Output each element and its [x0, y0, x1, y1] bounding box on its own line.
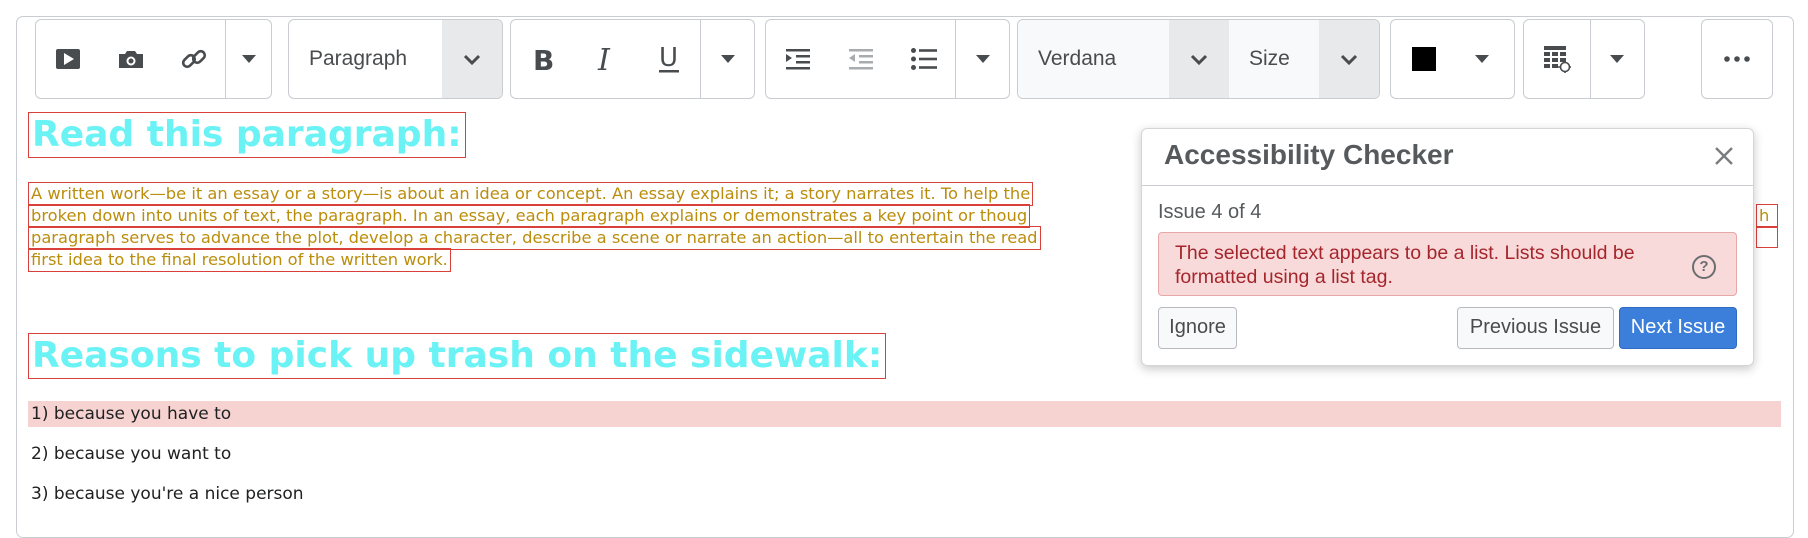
paragraph-line-overflow: h — [1756, 204, 1778, 228]
text-color-dropdown[interactable] — [1457, 20, 1507, 98]
bullet-list-icon — [910, 48, 937, 70]
chevron-down-icon — [720, 55, 735, 63]
paragraph-line: first idea to the final resolution of th… — [28, 248, 451, 272]
insert-image-icon — [118, 51, 143, 68]
chevron-down-icon — [1340, 54, 1358, 65]
italic-button[interactable]: I — [574, 20, 637, 98]
block-format-value: Paragraph — [309, 47, 408, 70]
issue-counter: Issue 4 of 4 — [1158, 201, 1262, 223]
font-family-value[interactable]: Verdana — [1018, 20, 1169, 98]
bullet-list-button[interactable] — [892, 20, 955, 98]
issue-message: The selected text appears to be a list. … — [1175, 242, 1635, 288]
font-group: Verdana Size — [1017, 19, 1380, 99]
heading-reasons[interactable]: Reasons to pick up trash on the sidewalk… — [28, 333, 887, 379]
insert-link-icon — [181, 49, 206, 69]
italic-icon: I — [597, 45, 611, 73]
chevron-down-icon — [1475, 55, 1489, 63]
accessibility-checker-dialog: Accessibility Checker Issue 4 of 4 The s… — [1141, 128, 1754, 366]
list-item[interactable]: 2) because you want to — [28, 441, 1781, 467]
list-indent-group — [765, 19, 1010, 99]
svg-text:I: I — [597, 45, 611, 73]
close-button[interactable] — [1709, 141, 1739, 171]
text-style-group: B I U — [510, 19, 755, 99]
insert-video-button[interactable] — [36, 20, 99, 98]
paragraph-line: paragraph serves to advance the plot, de… — [28, 226, 1041, 250]
outdent-icon — [848, 49, 873, 70]
more-actions-button[interactable] — [1701, 19, 1773, 99]
insert-image-button[interactable] — [99, 20, 162, 98]
more-button[interactable] — [1702, 20, 1772, 98]
list-more-button[interactable] — [955, 20, 1009, 98]
chevron-down-icon — [1610, 55, 1624, 63]
insert-table-button[interactable] — [1524, 20, 1590, 98]
issue-alert: The selected text appears to be a list. … — [1158, 232, 1737, 296]
chevron-down-icon — [1190, 54, 1208, 65]
next-issue-button[interactable]: Next Issue — [1619, 307, 1737, 349]
list-item-highlighted[interactable]: 1) because you have to — [28, 401, 1781, 427]
color-swatch-icon — [1412, 47, 1436, 71]
font-size-value[interactable]: Size — [1229, 20, 1319, 98]
dialog-title: Accessibility Checker — [1164, 139, 1454, 170]
table-group — [1523, 19, 1645, 99]
insert-link-button[interactable] — [162, 20, 225, 98]
font-family-dropdown[interactable] — [1169, 20, 1229, 98]
dialog-divider — [1142, 185, 1753, 186]
table-more-button[interactable] — [1590, 20, 1643, 98]
svg-text:U: U — [659, 44, 678, 73]
insert-table-icon — [1544, 46, 1571, 73]
insert-group — [35, 19, 272, 99]
help-icon[interactable]: ? — [1692, 255, 1716, 279]
text-style-more-button[interactable] — [700, 20, 754, 98]
close-icon — [1715, 147, 1733, 165]
paragraph-line: A written work—be it an essay or a story… — [28, 182, 1034, 206]
previous-issue-button[interactable]: Previous Issue — [1457, 307, 1614, 349]
insert-video-icon — [55, 49, 80, 69]
block-format-dropdown[interactable] — [442, 20, 502, 98]
underline-icon: U — [658, 44, 679, 73]
insert-more-button[interactable] — [225, 20, 271, 98]
ignore-button[interactable]: Ignore — [1158, 307, 1237, 349]
svg-text:B: B — [533, 45, 554, 73]
chevron-down-icon — [241, 55, 256, 63]
heading-read-paragraph[interactable]: Read this paragraph: — [28, 112, 466, 158]
list-item[interactable]: 3) because you're a nice person — [28, 481, 1781, 507]
font-size-dropdown[interactable] — [1319, 20, 1379, 98]
text-color-swatch[interactable] — [1391, 20, 1457, 98]
block-format-select[interactable]: Paragraph — [288, 19, 503, 99]
chevron-down-icon — [975, 55, 990, 63]
underline-button[interactable]: U — [637, 20, 700, 98]
more-icon — [1724, 56, 1750, 62]
bold-icon: B — [533, 45, 554, 73]
outdent-button[interactable] — [829, 20, 892, 98]
text-color-picker[interactable] — [1390, 19, 1515, 99]
chevron-down-icon — [463, 54, 481, 65]
indent-icon — [785, 49, 810, 70]
bold-button[interactable]: B — [511, 20, 574, 98]
indent-button[interactable] — [766, 20, 829, 98]
paragraph-outline-edge — [1756, 226, 1778, 248]
paragraph-line: broken down into units of text, the para… — [28, 204, 1031, 228]
